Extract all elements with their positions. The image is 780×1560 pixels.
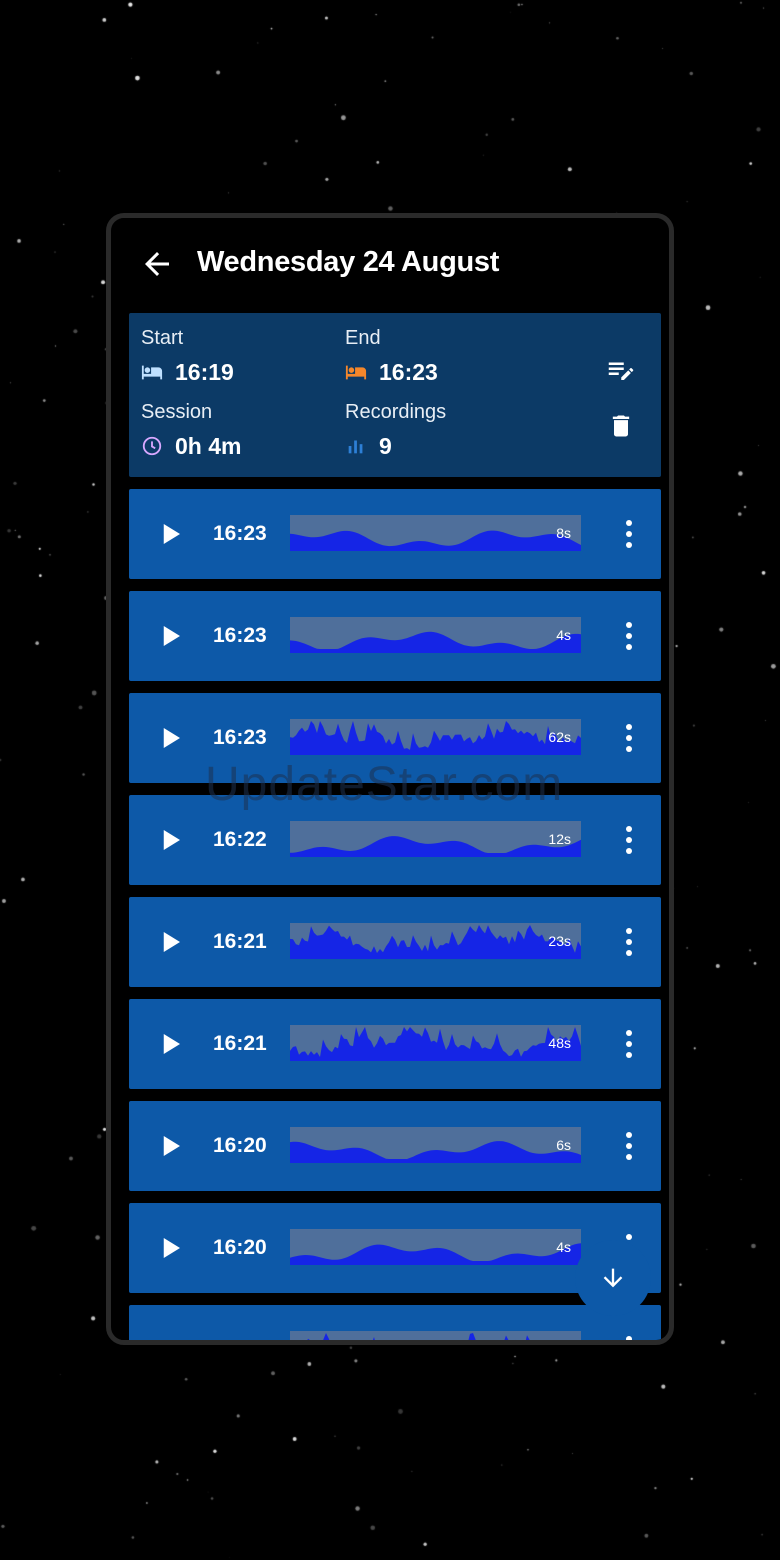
- end-label: End: [345, 327, 381, 349]
- play-icon[interactable]: [155, 927, 185, 957]
- recording-time: 16:22: [213, 828, 267, 851]
- more-vert-icon[interactable]: [623, 823, 635, 857]
- scroll-down-button[interactable]: [575, 1240, 651, 1316]
- more-vert-icon[interactable]: [623, 1129, 635, 1163]
- start-time: 16:19: [175, 359, 234, 385]
- recording-duration: 23s: [548, 933, 571, 949]
- more-vert-icon[interactable]: [623, 619, 635, 653]
- recording-time: 16:20: [213, 1236, 267, 1259]
- edit-notes-icon[interactable]: [605, 355, 635, 385]
- recording-time: 16:23: [213, 522, 267, 545]
- play-icon[interactable]: [155, 519, 185, 549]
- recording-time: 16:23: [213, 624, 267, 647]
- recordings-label: Recordings: [345, 401, 447, 423]
- recording-duration: 40s: [548, 1341, 571, 1343]
- waveform[interactable]: [290, 1229, 581, 1265]
- recording-item[interactable]: 16:23 4s: [129, 591, 661, 681]
- recording-duration: 4s: [556, 1239, 571, 1255]
- session-label: Session: [141, 401, 213, 423]
- recording-duration: 6s: [556, 1137, 571, 1153]
- waveform[interactable]: [290, 1331, 581, 1343]
- clock-icon: [142, 436, 162, 456]
- waveform[interactable]: [290, 515, 581, 551]
- recording-time: 16:20: [213, 1338, 267, 1340]
- app-bar: Wednesday 24 August: [119, 218, 661, 308]
- more-vert-icon[interactable]: [623, 1027, 635, 1061]
- recording-duration: 4s: [556, 627, 571, 643]
- waveform[interactable]: [290, 821, 581, 857]
- recording-duration: 12s: [548, 831, 571, 847]
- more-vert-icon[interactable]: [623, 1333, 635, 1340]
- recording-time: 16:20: [213, 1134, 267, 1157]
- play-icon[interactable]: [155, 1131, 185, 1161]
- page-title: Wednesday 24 August: [197, 246, 500, 278]
- recording-item[interactable]: 16:20 40s: [129, 1305, 661, 1343]
- bed-icon: [345, 365, 367, 380]
- end-time: 16:23: [379, 359, 438, 385]
- recording-duration: 8s: [556, 525, 571, 541]
- play-icon[interactable]: [155, 1233, 185, 1263]
- play-icon[interactable]: [155, 825, 185, 855]
- back-arrow-icon[interactable]: [139, 246, 175, 282]
- trash-icon[interactable]: [607, 410, 635, 442]
- recording-item[interactable]: 16:20 6s: [129, 1101, 661, 1191]
- watermark: UpdateStar.com: [205, 758, 564, 811]
- play-icon[interactable]: [155, 723, 185, 753]
- recording-time: 16:21: [213, 930, 267, 953]
- recording-time: 16:21: [213, 1032, 267, 1055]
- play-icon[interactable]: [155, 1029, 185, 1059]
- bar-chart-icon: [348, 440, 363, 454]
- waveform[interactable]: [290, 719, 581, 755]
- recording-duration: 62s: [548, 729, 571, 745]
- start-label: Start: [141, 327, 184, 349]
- recording-duration: 48s: [548, 1035, 571, 1051]
- session-summary: Start 16:19 End 16:23 Session 0h 4m Reco…: [129, 313, 661, 477]
- play-icon[interactable]: [155, 621, 185, 651]
- waveform[interactable]: [290, 923, 581, 959]
- more-vert-icon[interactable]: [623, 517, 635, 551]
- recordings-count: 9: [379, 433, 392, 459]
- recording-item[interactable]: 16:21 48s: [129, 999, 661, 1089]
- recording-item[interactable]: 16:23 8s: [129, 489, 661, 579]
- bed-icon: [141, 365, 163, 380]
- recording-item[interactable]: 16:21 23s: [129, 897, 661, 987]
- more-vert-icon[interactable]: [623, 721, 635, 755]
- session-duration: 0h 4m: [175, 433, 242, 459]
- waveform[interactable]: [290, 1025, 581, 1061]
- play-icon[interactable]: [155, 1335, 185, 1343]
- waveform[interactable]: [290, 617, 581, 653]
- more-vert-icon[interactable]: [623, 925, 635, 959]
- recording-time: 16:23: [213, 726, 267, 749]
- arrow-down-icon: [603, 1268, 623, 1288]
- waveform[interactable]: [290, 1127, 581, 1163]
